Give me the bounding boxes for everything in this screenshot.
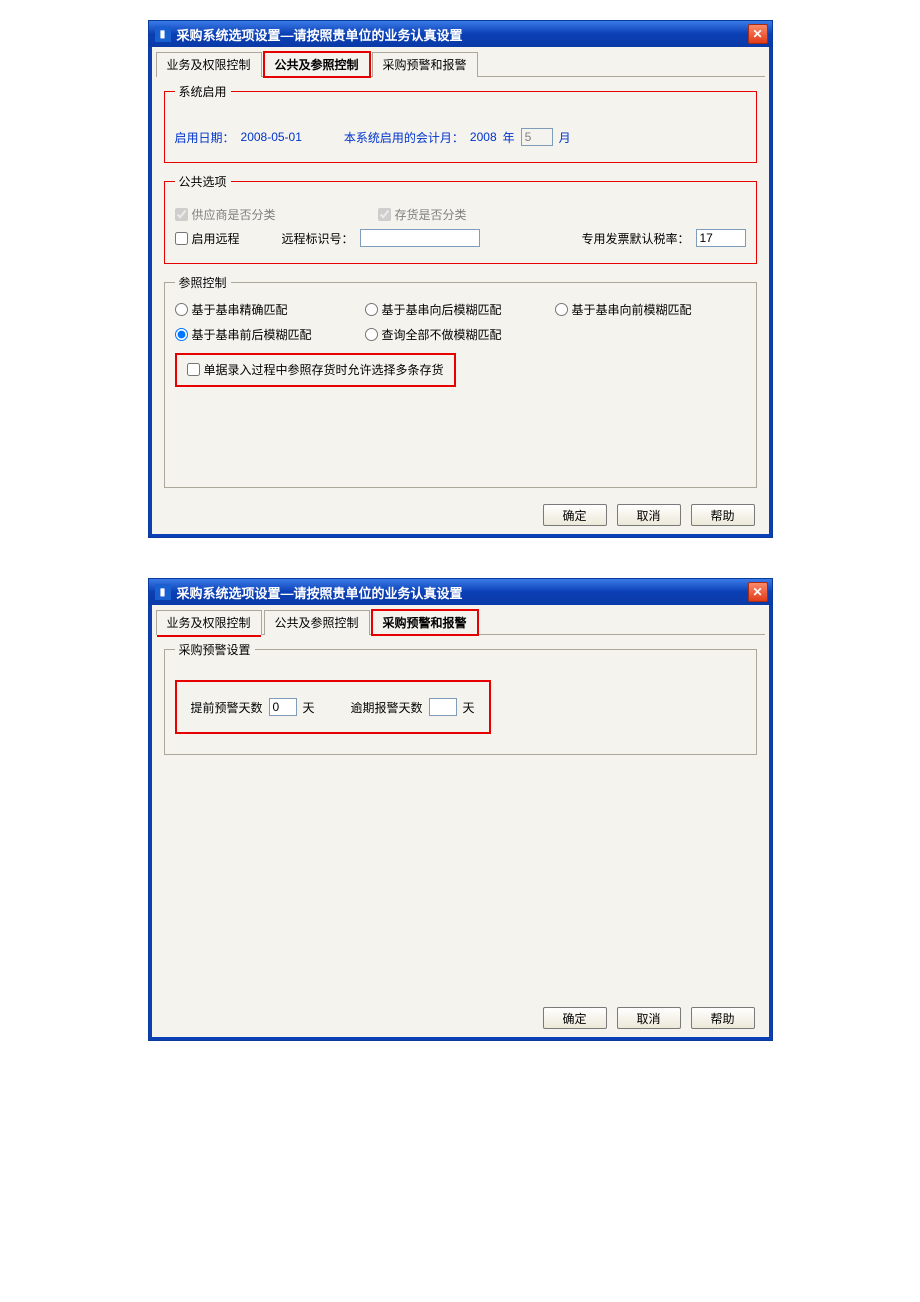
system-enable-group: 系统启用 启用日期： 2008-05-01 本系统启用的会计月： 2008 年 … [164, 83, 757, 163]
client-area: 业务及权限控制 公共及参照控制 采购预警和报警 系统启用 启用日期： 2008-… [149, 47, 772, 537]
supplier-classify-label: 供应商是否分类 [192, 206, 276, 223]
remote-id-input[interactable] [360, 229, 480, 247]
titlebar: ▮ 采购系统选项设置—请按照贵单位的业务认真设置 ✕ [149, 579, 772, 605]
system-enable-legend: 系统启用 [175, 83, 231, 100]
tab-purchase-alarm[interactable]: 采购预警和报警 [372, 52, 478, 77]
warning-highlight: 提前预警天数 天 逾期报警天数 天 [175, 680, 491, 734]
button-row: 确定 取消 帮助 [156, 498, 765, 526]
pre-warning-suffix: 天 [303, 699, 315, 716]
enable-remote-checkbox[interactable]: 启用远程 [175, 230, 240, 247]
multi-stock-input[interactable] [187, 363, 200, 376]
reference-control-legend: 参照控制 [175, 274, 231, 291]
stock-classify-checkbox: 存货是否分类 [378, 206, 467, 223]
radio-both-fuzzy[interactable]: 基于基串前后模糊匹配 [175, 326, 365, 343]
public-options-group: 公共选项 供应商是否分类 存货是否分类 启用远程 远程标识号： [164, 173, 757, 264]
button-row: 确定 取消 帮助 [156, 1001, 765, 1029]
tax-rate-input[interactable] [696, 229, 746, 247]
multi-stock-checkbox[interactable]: 单据录入过程中参照存货时允许选择多条存货 [187, 361, 444, 378]
settings-dialog-tab2: ▮ 采购系统选项设置—请按照贵单位的业务认真设置 ✕ 业务及权限控制 公共及参照… [148, 20, 773, 538]
help-button[interactable]: 帮助 [691, 504, 755, 526]
enable-remote-input[interactable] [175, 232, 188, 245]
multi-stock-label: 单据录入过程中参照存货时允许选择多条存货 [204, 361, 444, 378]
tab-purchase-alarm[interactable]: 采购预警和报警 [372, 610, 478, 635]
supplier-classify-input [175, 208, 188, 221]
radio-forward-fuzzy[interactable]: 基于基串向前模糊匹配 [555, 301, 745, 318]
radio-no-fuzzy[interactable]: 查询全部不做模糊匹配 [365, 326, 555, 343]
tax-rate-label: 专用发票默认税率： [581, 230, 689, 247]
purchase-warning-group: 采购预警设置 提前预警天数 天 逾期报警天数 天 [164, 641, 757, 755]
month-input [521, 128, 553, 146]
tab-public-reference[interactable]: 公共及参照控制 [264, 52, 370, 77]
pre-warning-label: 提前预警天数 [191, 699, 263, 716]
ok-button[interactable]: 确定 [543, 1007, 607, 1029]
close-button[interactable]: ✕ [748, 582, 768, 602]
overdue-warning-input[interactable] [429, 698, 457, 716]
tabs: 业务及权限控制 公共及参照控制 采购预警和报警 [156, 609, 765, 635]
radio-backward-fuzzy[interactable]: 基于基串向后模糊匹配 [365, 301, 555, 318]
close-icon: ✕ [752, 27, 762, 41]
window-title: 采购系统选项设置—请按照贵单位的业务认真设置 [177, 583, 748, 602]
reference-control-group: 参照控制 基于基串精确匹配 基于基串向后模糊匹配 基于基串向前模糊匹配 基于基串… [164, 274, 757, 488]
radio-exact-match[interactable]: 基于基串精确匹配 [175, 301, 365, 318]
month-suffix: 月 [559, 129, 571, 146]
purchase-warning-legend: 采购预警设置 [175, 641, 255, 658]
start-date-label: 启用日期： [175, 129, 235, 146]
start-date-value: 2008-05-01 [241, 130, 302, 144]
tab-business-auth[interactable]: 业务及权限控制 [156, 610, 262, 635]
tab-business-auth[interactable]: 业务及权限控制 [156, 52, 262, 77]
supplier-classify-checkbox: 供应商是否分类 [175, 206, 276, 223]
titlebar: ▮ 采购系统选项设置—请按照贵单位的业务认真设置 ✕ [149, 21, 772, 47]
close-button[interactable]: ✕ [748, 24, 768, 44]
public-options-legend: 公共选项 [175, 173, 231, 190]
enable-remote-label: 启用远程 [192, 230, 240, 247]
window-title: 采购系统选项设置—请按照贵单位的业务认真设置 [177, 25, 748, 44]
app-icon: ▮ [155, 584, 171, 600]
overdue-warning-suffix: 天 [463, 699, 475, 716]
help-button[interactable]: 帮助 [691, 1007, 755, 1029]
year-suffix: 年 [503, 129, 515, 146]
stock-classify-input [378, 208, 391, 221]
cancel-button[interactable]: 取消 [617, 1007, 681, 1029]
year-value: 2008 [470, 130, 497, 144]
settings-dialog-tab3: ▮ 采购系统选项设置—请按照贵单位的业务认真设置 ✕ 业务及权限控制 公共及参照… [148, 578, 773, 1041]
close-icon: ✕ [752, 585, 762, 599]
pre-warning-input[interactable] [269, 698, 297, 716]
ok-button[interactable]: 确定 [543, 504, 607, 526]
overdue-warning-label: 逾期报警天数 [351, 699, 423, 716]
tab-public-reference[interactable]: 公共及参照控制 [264, 610, 370, 635]
cancel-button[interactable]: 取消 [617, 504, 681, 526]
client-area: 业务及权限控制 公共及参照控制 采购预警和报警 采购预警设置 提前预警天数 天 … [149, 605, 772, 1040]
accounting-month-label: 本系统启用的会计月： [344, 129, 464, 146]
remote-id-label: 远程标识号： [282, 230, 354, 247]
tabs: 业务及权限控制 公共及参照控制 采购预警和报警 [156, 51, 765, 77]
app-icon: ▮ [155, 26, 171, 42]
stock-classify-label: 存货是否分类 [395, 206, 467, 223]
multi-stock-highlight: 单据录入过程中参照存货时允许选择多条存货 [175, 353, 456, 387]
